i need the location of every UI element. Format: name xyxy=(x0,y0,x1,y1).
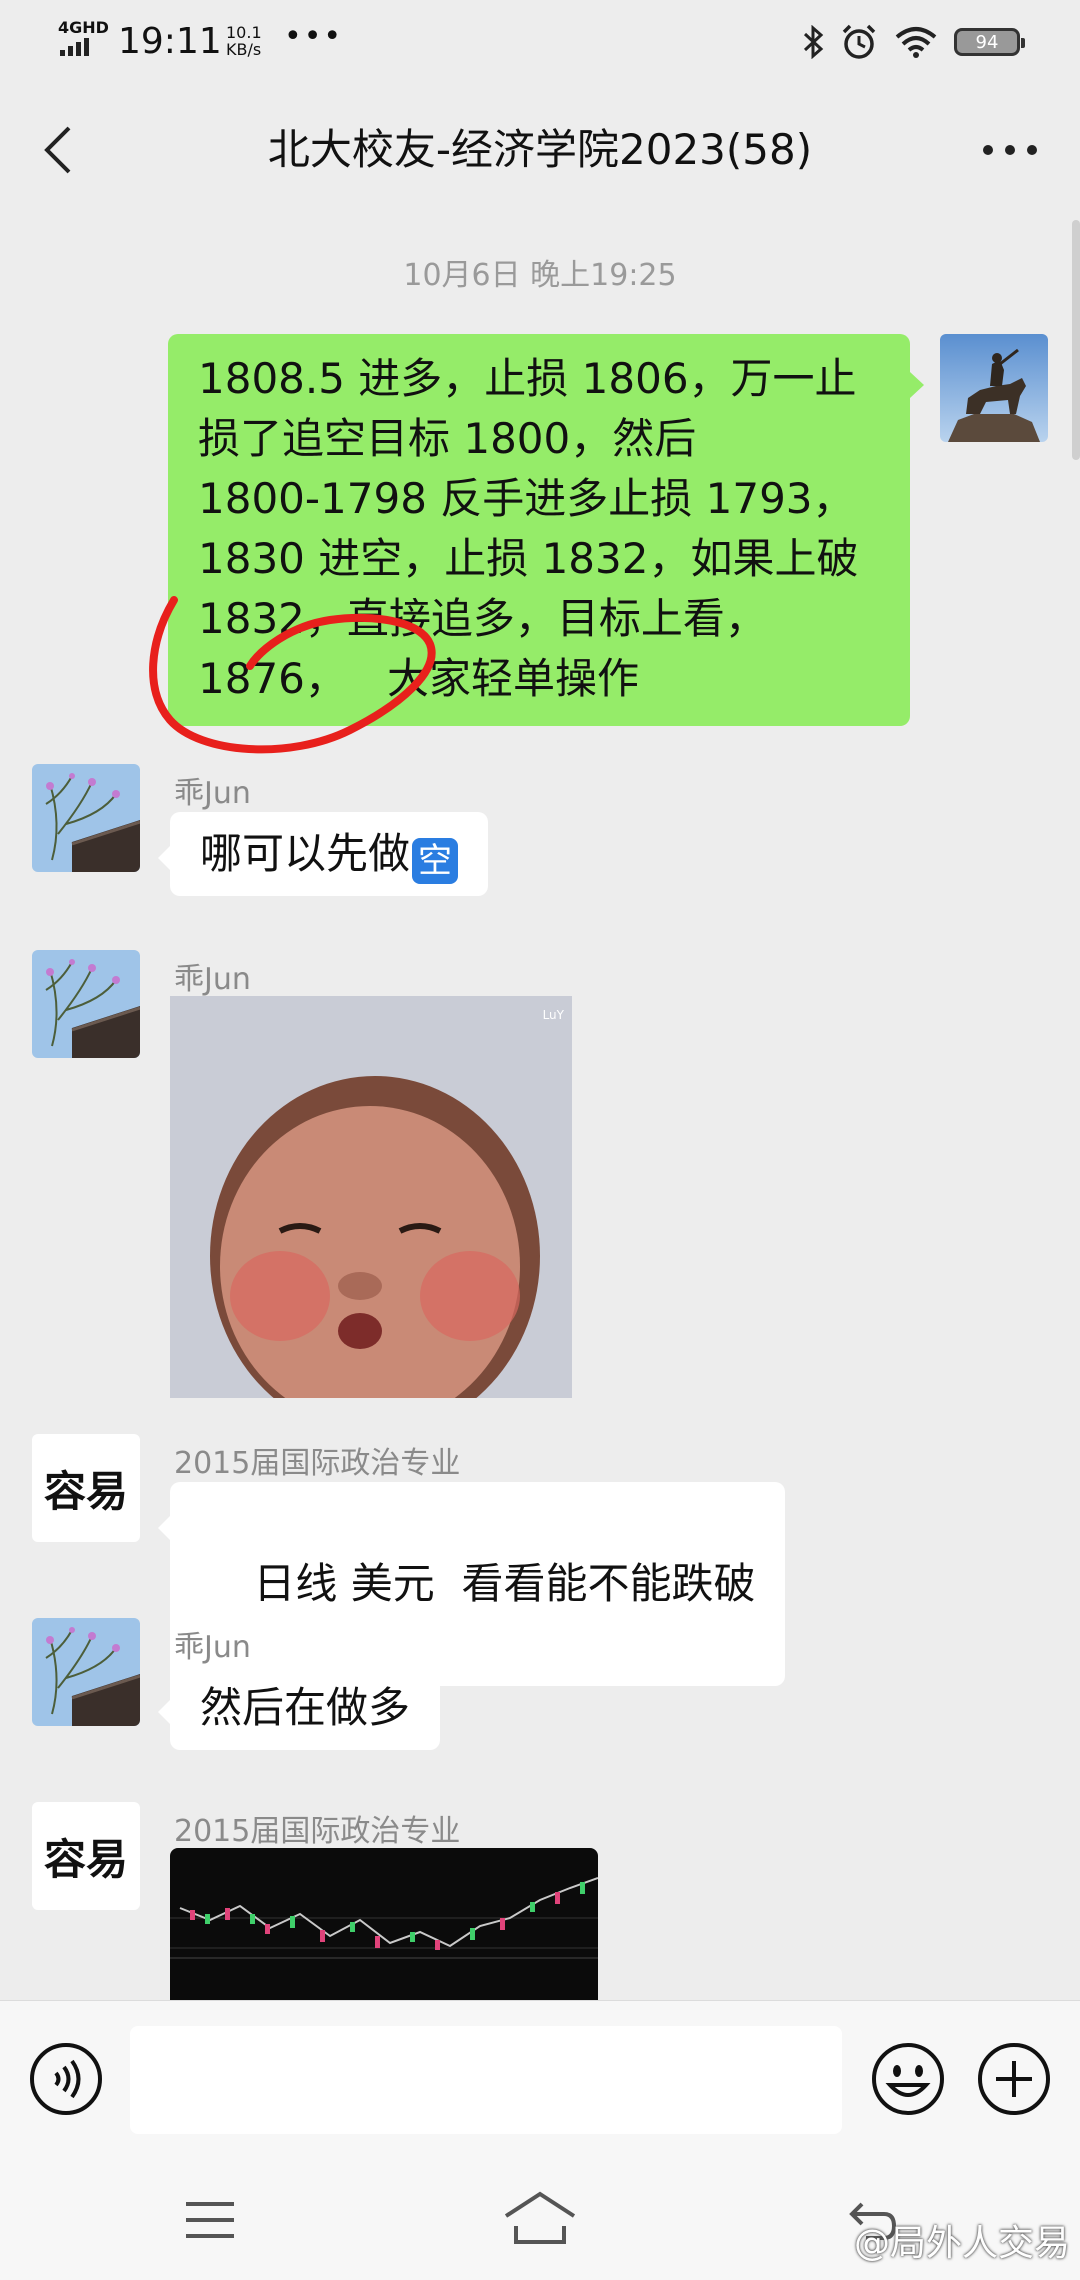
message-line: 损了追空目标 1800，然后 xyxy=(198,414,697,463)
more-dots-icon xyxy=(983,145,1037,155)
system-nav-bar: @局外人交易 xyxy=(0,2160,1080,2280)
statue-avatar-image xyxy=(940,334,1048,442)
message-text: 哪可以先做 xyxy=(200,829,411,878)
voice-button[interactable] xyxy=(28,2041,104,2117)
more-notifications-icon: ••• xyxy=(284,19,344,54)
message-input[interactable] xyxy=(130,2026,842,2134)
sender-name: 乖Jun xyxy=(174,962,251,997)
message-timestamp: 10月6日 晚上19:25 xyxy=(403,258,677,293)
input-bar xyxy=(0,2000,1080,2161)
calligraphy-avatar-text: 容易 xyxy=(43,1466,128,1516)
menu-button[interactable] xyxy=(180,2190,240,2250)
speed-value: 10.1 xyxy=(226,23,262,42)
back-button[interactable] xyxy=(28,110,88,190)
emoji-button[interactable] xyxy=(870,2041,946,2117)
sender-avatar[interactable] xyxy=(32,764,140,872)
message-line: 1800-1798 反手进多止损 1793， xyxy=(198,474,855,523)
sender-name: 乖Jun xyxy=(174,1630,251,1665)
kong-emoji: 空 xyxy=(412,838,459,884)
speed-unit: KB/s xyxy=(226,40,262,59)
red-circle-annotation xyxy=(149,596,436,754)
calligraphy-avatar-text: 容易 xyxy=(43,1834,128,1884)
plant-avatar-image xyxy=(32,1618,140,1726)
message-text: 然后在做多 xyxy=(200,1683,411,1732)
home-button[interactable] xyxy=(500,2186,580,2250)
sender-avatar[interactable]: 容易 xyxy=(32,1802,140,1910)
baby-sticker-picture xyxy=(170,996,572,1398)
sender-avatar[interactable] xyxy=(32,950,140,1058)
my-avatar[interactable] xyxy=(940,334,1048,442)
candlestick-chart-picture xyxy=(170,1877,598,1959)
more-button[interactable] xyxy=(960,110,1060,190)
network-type: 4GHD xyxy=(58,18,109,37)
incoming-message-bubble[interactable]: 日线 美元 看看能不能跌破 xyxy=(157,1482,786,1686)
watermark: @局外人交易 xyxy=(853,2223,1070,2264)
signal-icon xyxy=(60,38,89,56)
incoming-message-bubble[interactable]: 然后在做多 xyxy=(157,1666,441,1750)
menu-icon xyxy=(186,2202,234,2238)
status-bar: 4GHD 19:11 10.1 KB/s ••• 94 xyxy=(0,0,1080,80)
sender-avatar[interactable]: 容易 xyxy=(32,1434,140,1542)
sender-name: 2015届国际政治专业 xyxy=(174,1446,461,1481)
plus-icon xyxy=(978,2043,1050,2115)
chevron-left-icon xyxy=(44,126,71,174)
voice-icon xyxy=(30,2043,102,2115)
battery-level: 94 xyxy=(975,31,999,53)
status-time: 19:11 xyxy=(118,21,222,62)
scrollbar[interactable] xyxy=(1072,220,1080,460)
plant-avatar-image xyxy=(32,764,140,872)
home-icon xyxy=(504,2191,576,2244)
smiley-icon xyxy=(872,2043,944,2115)
plant-avatar-image xyxy=(32,950,140,1058)
network-speed: 10.1 KB/s xyxy=(226,24,262,58)
incoming-message-bubble[interactable]: 哪可以先做空 xyxy=(157,812,489,896)
wifi-icon xyxy=(895,27,937,58)
sender-name: 2015届国际政治专业 xyxy=(174,1814,461,1849)
message-list[interactable]: 10月6日 晚上19:25 1808.5 进多，止损 1806，万一止 损了追空… xyxy=(0,220,1080,2000)
chat-title: 北大校友-经济学院2023(58) xyxy=(267,125,813,174)
message-text: 日线 美元 看看能不能跌破 xyxy=(253,1559,756,1608)
sticker-watermark: LuY xyxy=(542,1008,564,1022)
chat-header: 北大校友-经济学院2023(58) xyxy=(0,80,1080,220)
plus-button[interactable] xyxy=(976,2041,1052,2117)
sender-avatar[interactable] xyxy=(32,1618,140,1726)
bluetooth-icon xyxy=(803,25,824,59)
chart-screenshot-image[interactable] xyxy=(170,1848,598,2000)
message-line: 1808.5 进多，止损 1806，万一止 xyxy=(198,354,857,403)
alarm-icon xyxy=(842,24,876,59)
sender-name: 乖Jun xyxy=(174,776,251,811)
battery-icon: 94 xyxy=(954,28,1025,56)
sticker-image[interactable]: LuY xyxy=(170,996,572,1398)
